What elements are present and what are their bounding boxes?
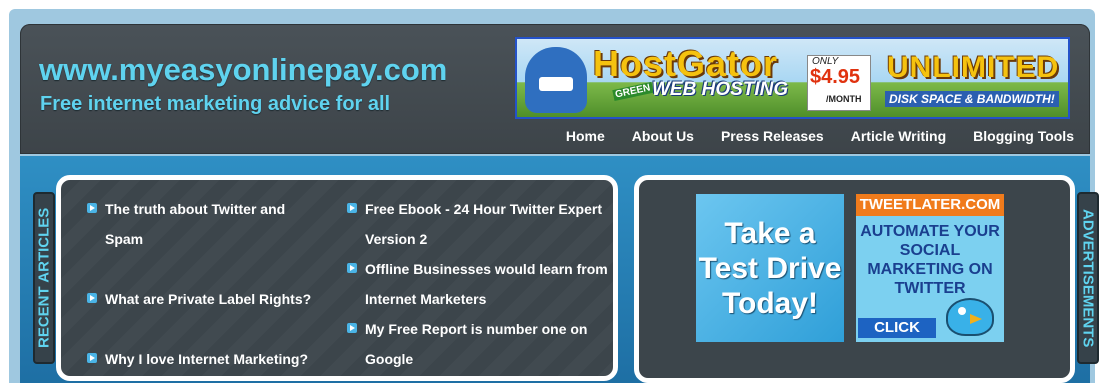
nav-home[interactable]: Home [566,128,605,144]
bullet-arrow-icon [87,293,97,303]
article-title[interactable]: Why I love Internet Marketing? [105,351,308,367]
banner-disk-space: DISK SPACE & BANDWIDTH! [885,91,1059,107]
banner-unlimited: UNLIMITED [887,51,1060,84]
banner-price: $4.95 [810,66,861,88]
tweetlater-ad-text: AUTOMATE YOUR SOCIAL MARKETING ON TWITTE… [860,223,1000,297]
tweetlater-ad-header: TWEETLATER.COM [856,194,1004,216]
banner-price-box: ONLY $4.95 /MONTH [807,55,871,111]
article-link[interactable]: Free Ebook - 24 Hour Twitter Expert Vers… [345,194,610,254]
nav-about-us[interactable]: About Us [632,128,694,144]
twitter-bird-icon [946,298,994,336]
bullet-arrow-icon [347,323,357,333]
test-drive-ad[interactable]: Take a Test Drive Today! [696,194,844,342]
article-title[interactable]: My Free Report is number one on Google [365,321,587,367]
article-title[interactable]: The truth about Twitter and Spam [105,201,285,247]
articles-column-1: The truth about Twitter and Spam What ar… [85,194,325,374]
banner-per-month: /MONTH [826,94,862,104]
article-link[interactable]: Offline Businesses would learn from Inte… [345,254,610,314]
nav-article-writing[interactable]: Article Writing [851,128,946,144]
nav-blogging-tools[interactable]: Blogging Tools [973,128,1074,144]
article-title[interactable]: What are Private Label Rights? [105,291,311,307]
nav-press-releases[interactable]: Press Releases [721,128,824,144]
main-nav: Home About Us Press Releases Article Wri… [539,128,1074,144]
hostgator-banner[interactable]: HostGator GREEN WEB HOSTING ONLY $4.95 /… [515,37,1070,119]
article-link[interactable]: Why I love Internet Marketing? [85,344,325,374]
tweetlater-click-here-button[interactable]: CLICK HERE [858,318,936,342]
bullet-arrow-icon [87,353,97,363]
article-title[interactable]: Offline Businesses would learn from Inte… [365,261,608,307]
article-link[interactable]: The truth about Twitter and Spam [85,194,325,254]
articles-column-2: Free Ebook - 24 Hour Twitter Expert Vers… [345,194,610,374]
article-link[interactable]: My Free Report is number one on Google [345,314,610,374]
article-link[interactable]: What are Private Label Rights? [85,284,325,314]
bullet-arrow-icon [87,203,97,213]
bullet-arrow-icon [347,203,357,213]
recent-articles-tab: RECENT ARTICLES [33,192,55,364]
tweetlater-ad[interactable]: TWEETLATER.COM AUTOMATE YOUR SOCIAL MARK… [856,194,1004,342]
gator-mascot-icon [525,47,587,113]
recent-articles-panel: The truth about Twitter and Spam What ar… [56,175,618,381]
site-url[interactable]: www.myeasyonlinepay.com [39,52,447,88]
article-title[interactable]: Free Ebook - 24 Hour Twitter Expert Vers… [365,201,602,247]
bullet-arrow-icon [347,263,357,273]
banner-web-hosting: WEB HOSTING [652,79,789,100]
advertisements-tab: ADVERTISEMENTS [1077,192,1099,364]
site-tagline: Free internet marketing advice for all [40,93,391,115]
